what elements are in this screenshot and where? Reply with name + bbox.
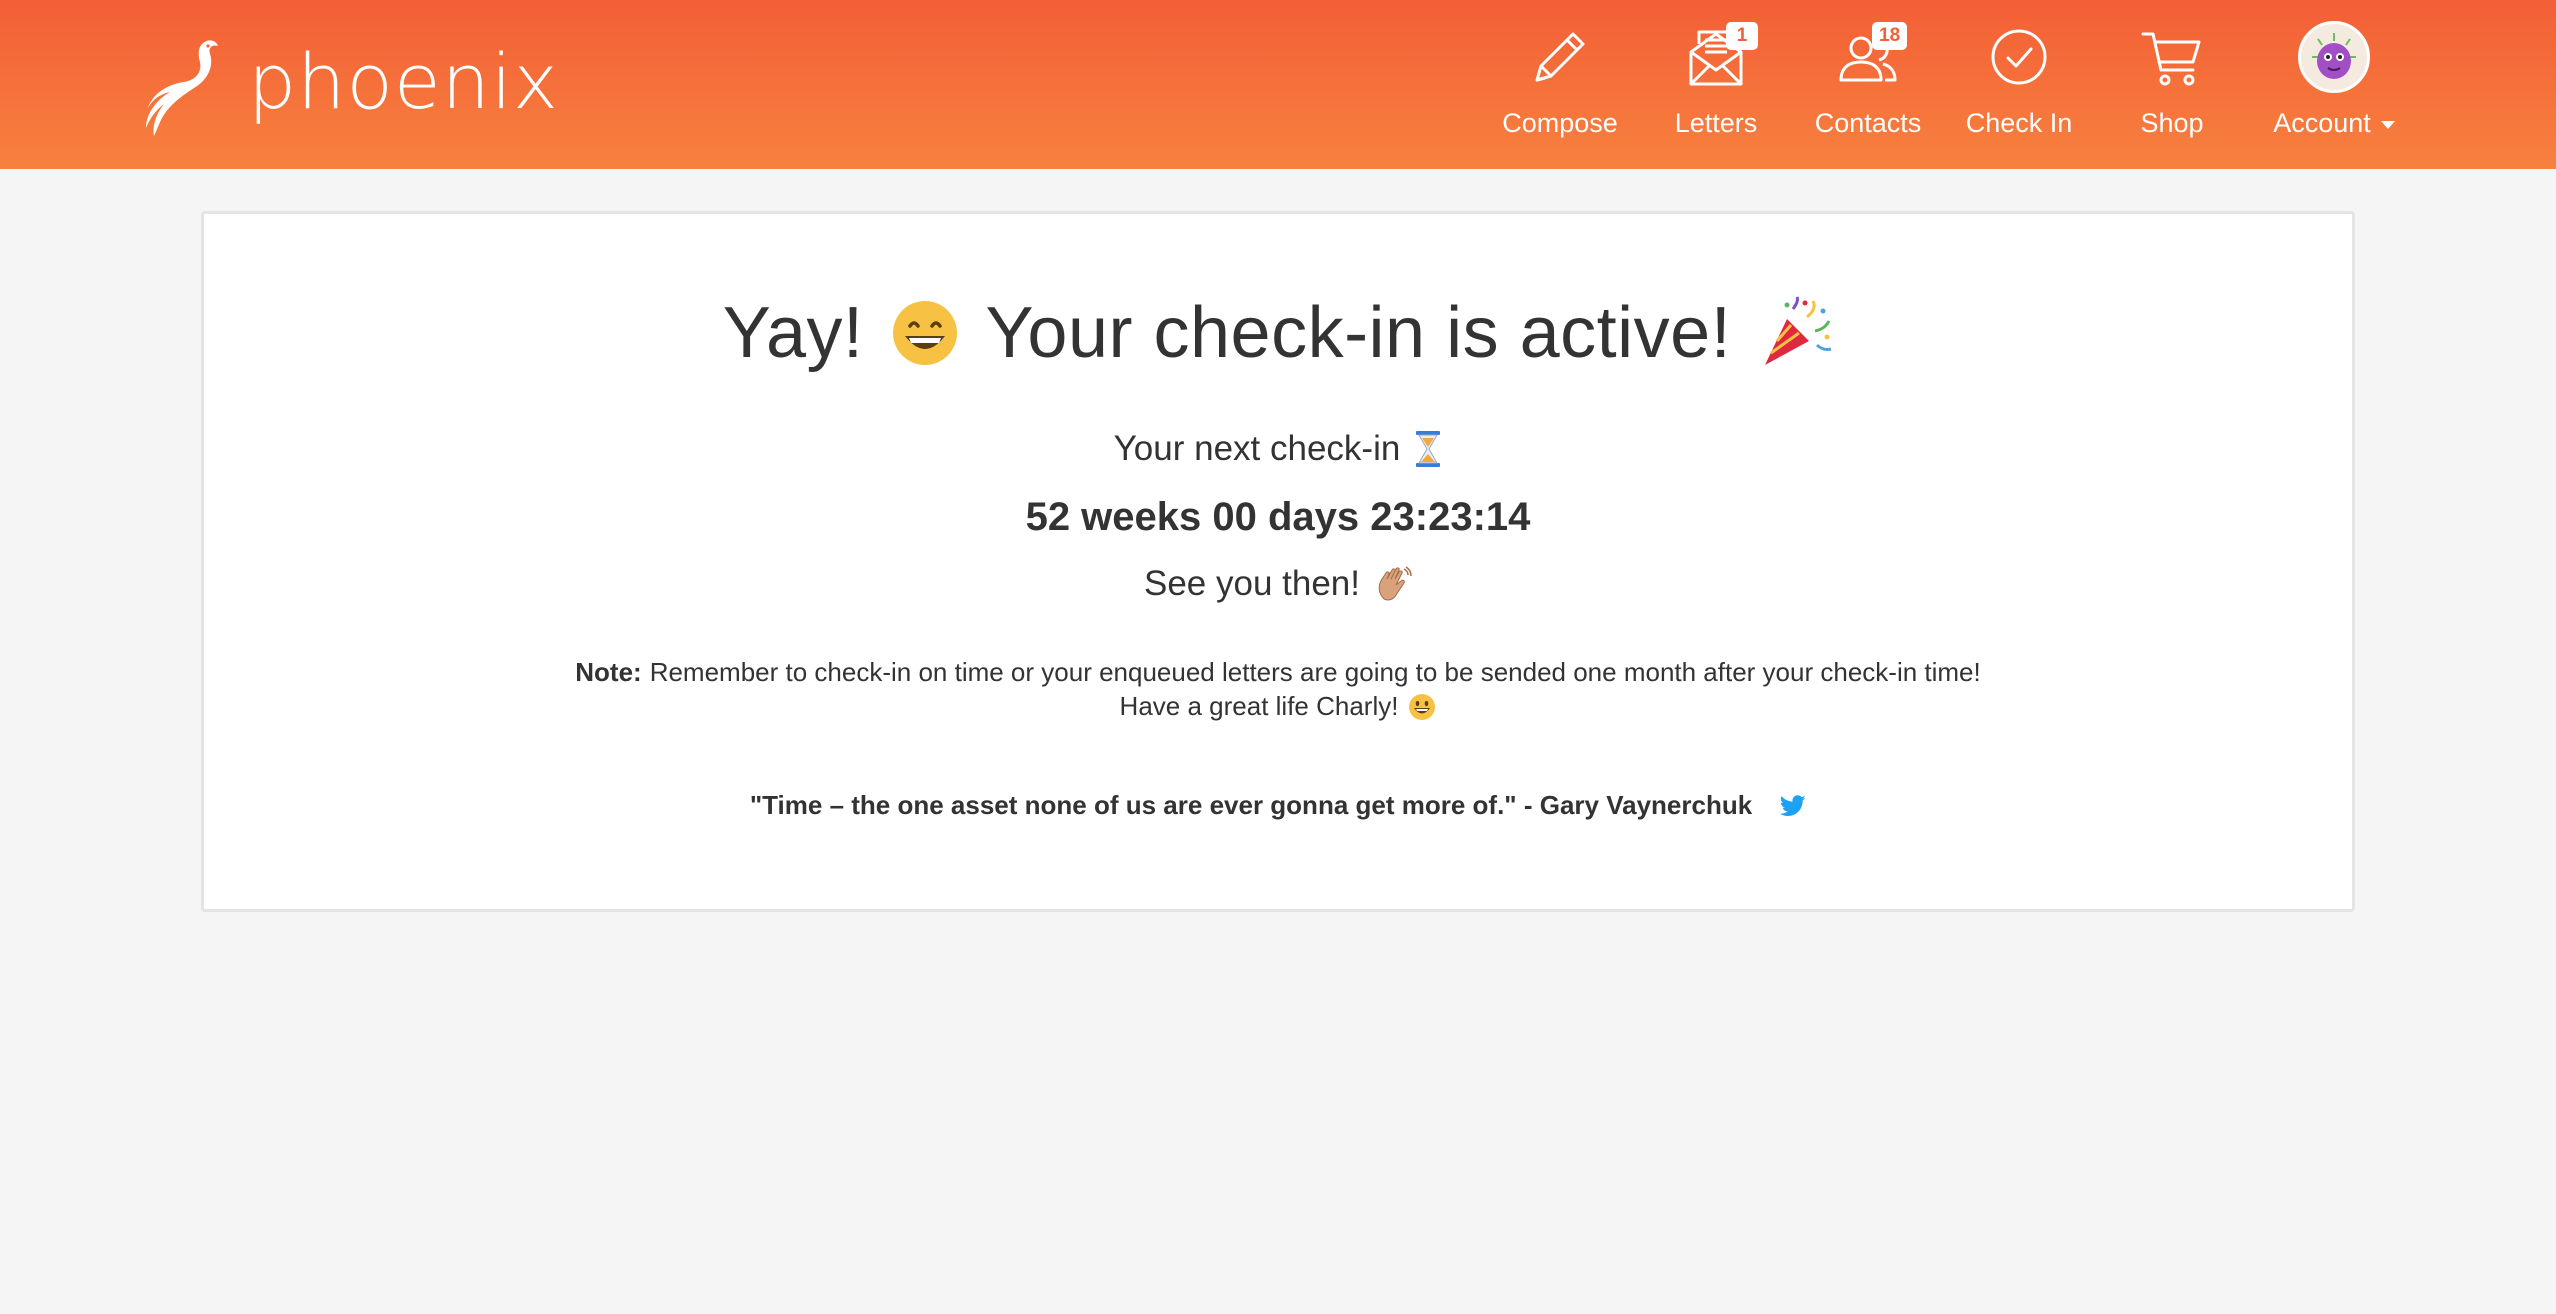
chevron-down-icon — [2380, 120, 2395, 129]
nav-account-label: Account — [2273, 108, 2395, 139]
waving-hand-icon — [1378, 566, 1412, 601]
note-message: Note: Remember to check-in on time or yo… — [204, 653, 2352, 691]
nav-shop-label: Shop — [2140, 108, 2204, 138]
quote-text: "Time – the one asset none of us are eve… — [749, 790, 1753, 820]
letters-count-badge: 1 — [1726, 22, 1758, 50]
title-active-text: Your check-in is active! — [985, 293, 1732, 373]
account-label-text: Account — [2273, 108, 2371, 138]
nav-contacts[interactable]: 18 Contacts — [1808, 18, 1928, 150]
pencil-icon — [1520, 18, 1600, 96]
nav-checkin-label: Check In — [1965, 108, 2073, 138]
next-checkin-text: Your next check-in — [1113, 429, 1401, 468]
countdown-timer: 52 weeks 00 days 23:23:14 — [1025, 495, 1531, 539]
contacts-icon: 18 — [1828, 18, 1908, 96]
greeting-text: Have a great life Charly! — [1119, 691, 1399, 721]
brand-name: phoenix — [248, 37, 559, 126]
brand-logo[interactable]: phoenix — [142, 34, 559, 138]
hourglass-icon — [1416, 431, 1441, 467]
party-popper-icon — [1765, 296, 1832, 365]
note-text: Remember to check-in on time or your enq… — [649, 657, 1981, 687]
see-you-text: See you then! — [1144, 564, 1360, 603]
phoenix-bird-icon — [146, 40, 218, 136]
envelope-icon: 1 — [1676, 18, 1758, 96]
see-you-message: See you then! — [204, 564, 2352, 604]
nav-compose-label: Compose — [1502, 108, 1618, 138]
page-title: Yay! Your check-in is active! — [204, 292, 2352, 374]
top-navbar: phoenix Compose 1 Letters 18 Contacts Ch… — [0, 0, 2556, 169]
avatar — [2298, 21, 2370, 93]
nav-letters[interactable]: 1 Letters — [1660, 18, 1772, 150]
nav-account[interactable]: Account — [2260, 18, 2408, 150]
title-yay: Yay! — [722, 293, 864, 373]
avatar-wrapper — [2294, 18, 2374, 96]
check-circle-icon — [1979, 18, 2059, 96]
greeting-message: Have a great life Charly! — [204, 691, 2352, 722]
nav-shop[interactable]: Shop — [2128, 18, 2216, 150]
cart-icon — [2132, 18, 2212, 96]
quote-line: "Time – the one asset none of us are eve… — [204, 790, 2352, 821]
grinning-face-icon — [892, 301, 957, 365]
nav-contacts-label: Contacts — [1814, 108, 1922, 138]
nav-checkin[interactable]: Check In — [1962, 18, 2076, 150]
checkin-status-card: Yay! Your check-in is active! Your next … — [201, 211, 2355, 912]
note-label: Note: — [575, 657, 642, 687]
next-checkin-label: Your next check-in — [204, 429, 2352, 469]
nav-compose[interactable]: Compose — [1492, 18, 1628, 150]
contacts-count-badge: 18 — [1872, 22, 1908, 50]
smiley-icon — [1409, 693, 1436, 720]
nav-letters-label: Letters — [1674, 108, 1758, 138]
twitter-icon[interactable] — [1780, 794, 1806, 817]
